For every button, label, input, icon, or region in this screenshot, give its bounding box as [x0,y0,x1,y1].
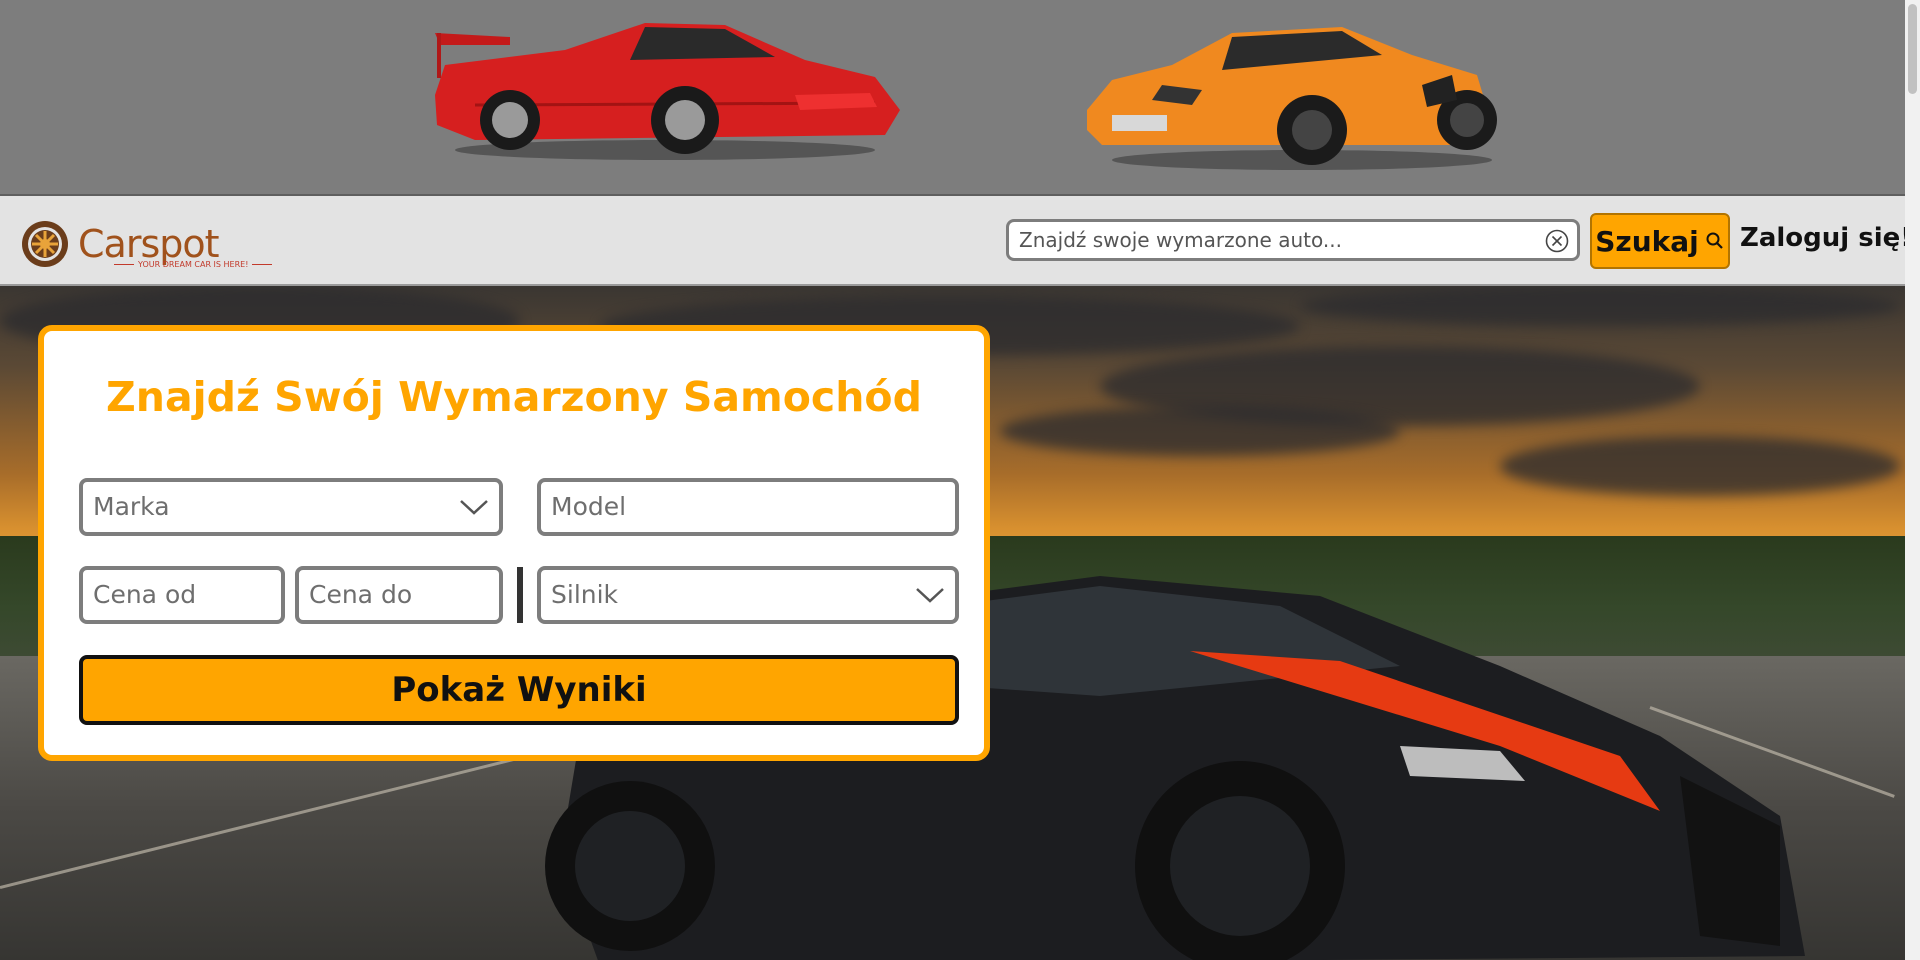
search-icon [1706,232,1723,249]
price-from-placeholder: Cena od [93,580,197,609]
model-input-placeholder: Model [551,492,627,521]
engine-select-label: Silnik [551,580,619,609]
model-input[interactable]: Model [537,478,959,536]
price-to-placeholder: Cena do [309,580,413,609]
scrollbar[interactable] [1905,0,1920,960]
chevron-down-icon [460,500,488,515]
logo[interactable]: Carspot YOUR DREAM CAR IS HERE! [20,216,248,272]
scrollbar-thumb[interactable] [1908,4,1917,94]
search-box [1006,219,1580,261]
login-link[interactable]: Zaloguj się! [1740,223,1912,253]
make-select[interactable]: Marka [79,478,503,536]
logo-tagline: YOUR DREAM CAR IS HERE! [110,260,276,269]
red-sports-car-image [435,23,900,160]
search-card-title: Znajdź Swój Wymarzony Samochód [106,373,922,421]
orange-sports-car-image [1087,27,1497,170]
search-card: Znajdź Swój Wymarzony Samochód Marka Mod… [38,325,990,761]
show-results-button[interactable]: Pokaż Wyniki [79,655,959,725]
logo-text: Carspot [78,222,220,266]
show-results-label: Pokaż Wyniki [391,670,647,710]
price-to-input[interactable]: Cena do [295,566,503,624]
top-banner [0,0,1905,194]
clear-circle-x-icon[interactable] [1545,229,1569,253]
chevron-down-icon [916,588,944,603]
engine-select[interactable]: Silnik [537,566,959,624]
price-from-input[interactable]: Cena od [79,566,285,624]
navbar: Carspot YOUR DREAM CAR IS HERE! Szukaj Z… [0,194,1912,286]
search-button-label: Szukaj [1595,224,1699,258]
field-divider [517,567,523,623]
search-button[interactable]: Szukaj [1590,213,1730,269]
wheel-icon [22,221,68,267]
make-select-label: Marka [93,492,170,521]
search-input[interactable] [1009,222,1529,258]
